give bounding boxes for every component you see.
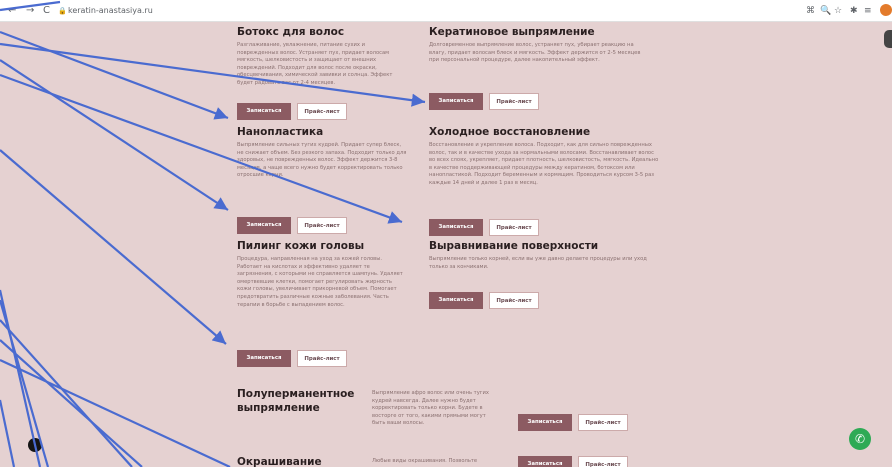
phone-call-button[interactable]: ✆: [849, 428, 871, 450]
service-actions: Записаться Прайс-лист: [237, 350, 347, 367]
service-card-cold-restoration: Холодное восстановление Восстановление и…: [429, 126, 661, 188]
star-icon[interactable]: ☆: [834, 4, 842, 18]
profile-avatar[interactable]: [880, 4, 892, 16]
service-description: Выпрямление сильных тугих кудрей. Придае…: [237, 142, 407, 179]
extensions-icon[interactable]: ✱: [850, 4, 858, 18]
service-title: Выравнивание поверхности: [429, 240, 599, 252]
price-list-button[interactable]: Прайс-лист: [297, 350, 347, 367]
service-title: Нанопластика: [237, 126, 324, 138]
menu-icon[interactable]: ≡: [864, 4, 872, 18]
service-title: Пилинг кожи головы: [237, 240, 365, 252]
price-list-button[interactable]: Прайс-лист: [489, 219, 539, 236]
price-list-button[interactable]: Прайс-лист: [489, 292, 539, 309]
price-list-button[interactable]: Прайс-лист: [297, 103, 347, 120]
service-actions: Записаться Прайс-лист: [429, 292, 539, 309]
book-button[interactable]: Записаться: [237, 103, 291, 120]
browser-toolbar: ← → C 🔒 keratin-anastasiya.ru ⌘ 🔍 ☆ ✱ ≡: [0, 0, 892, 22]
service-description: Выпрямление только корней, если вы уже д…: [429, 256, 647, 270]
search-icon[interactable]: 🔍: [820, 4, 831, 18]
service-actions: Записаться Прайс-лист: [518, 414, 628, 431]
service-description: Любые виды окрашивания. Позвольте: [372, 458, 478, 464]
book-button[interactable]: Записаться: [237, 350, 291, 367]
service-card-keratin: Кератиновое выпрямление Долговременное в…: [429, 26, 649, 65]
price-list-button[interactable]: Прайс-лист: [489, 93, 539, 110]
phone-icon: ✆: [854, 432, 866, 446]
shortcut-icon[interactable]: ⌘: [806, 4, 815, 18]
service-description: Восстановление и укрепление волоса. Подх…: [429, 142, 659, 186]
address-bar[interactable]: keratin-anastasiya.ru: [68, 4, 153, 18]
back-icon[interactable]: ←: [8, 4, 16, 18]
service-description: Долговременное выпрямление волос, устран…: [429, 42, 641, 64]
service-description: Выпрямление афро волос или очень тугих к…: [372, 390, 489, 427]
book-button[interactable]: Записаться: [429, 93, 483, 110]
service-card-coloring: Окрашивание: [237, 456, 369, 467]
reload-icon[interactable]: C: [43, 4, 50, 18]
service-description-block: Любые виды окрашивания. Позвольте: [372, 458, 500, 466]
service-title: Ботокс для волос: [237, 26, 345, 38]
service-actions: Записаться Прайс-лист: [518, 456, 628, 467]
book-button[interactable]: Записаться: [237, 217, 291, 234]
service-actions: Записаться Прайс-лист: [429, 219, 539, 236]
side-panel-handle[interactable]: [884, 30, 892, 48]
lock-icon: 🔒: [58, 7, 67, 15]
service-card-nanoplastic: Нанопластика Выпрямление сильных тугих к…: [237, 126, 407, 180]
service-title: Окрашивание: [237, 456, 322, 467]
book-button[interactable]: Записаться: [429, 292, 483, 309]
service-card-semi-permanent: Полуперманентное выпрямление: [237, 387, 369, 415]
price-list-button[interactable]: Прайс-лист: [297, 217, 347, 234]
service-title: Холодное восстановление: [429, 126, 591, 138]
price-list-button[interactable]: Прайс-лист: [578, 414, 628, 431]
service-description: Разглаживание, увлажнение, питание сухих…: [237, 42, 393, 86]
service-actions: Записаться Прайс-лист: [429, 93, 539, 110]
service-actions: Записаться Прайс-лист: [237, 103, 347, 120]
service-card-scalp-peeling: Пилинг кожи головы Процедура, направленн…: [237, 240, 407, 309]
service-actions: Записаться Прайс-лист: [237, 217, 347, 234]
service-card-surface-leveling: Выравнивание поверхности Выпрямление тол…: [429, 240, 649, 271]
book-button[interactable]: Записаться: [518, 414, 572, 431]
forward-icon[interactable]: →: [26, 4, 34, 18]
site-logo-icon[interactable]: [28, 438, 42, 452]
service-title: Полуперманентное выпрямление: [237, 388, 355, 414]
service-card-botox: Ботокс для волос Разглаживание, увлажнен…: [237, 26, 407, 88]
book-button[interactable]: Записаться: [429, 219, 483, 236]
page-content: Ботокс для волос Разглаживание, увлажнен…: [0, 22, 892, 467]
service-description-block: Выпрямление афро волос или очень тугих к…: [372, 390, 500, 428]
service-description: Процедура, направленная на уход за кожей…: [237, 256, 403, 308]
price-list-button[interactable]: Прайс-лист: [578, 456, 628, 467]
book-button[interactable]: Записаться: [518, 456, 572, 467]
service-title: Кератиновое выпрямление: [429, 26, 595, 38]
